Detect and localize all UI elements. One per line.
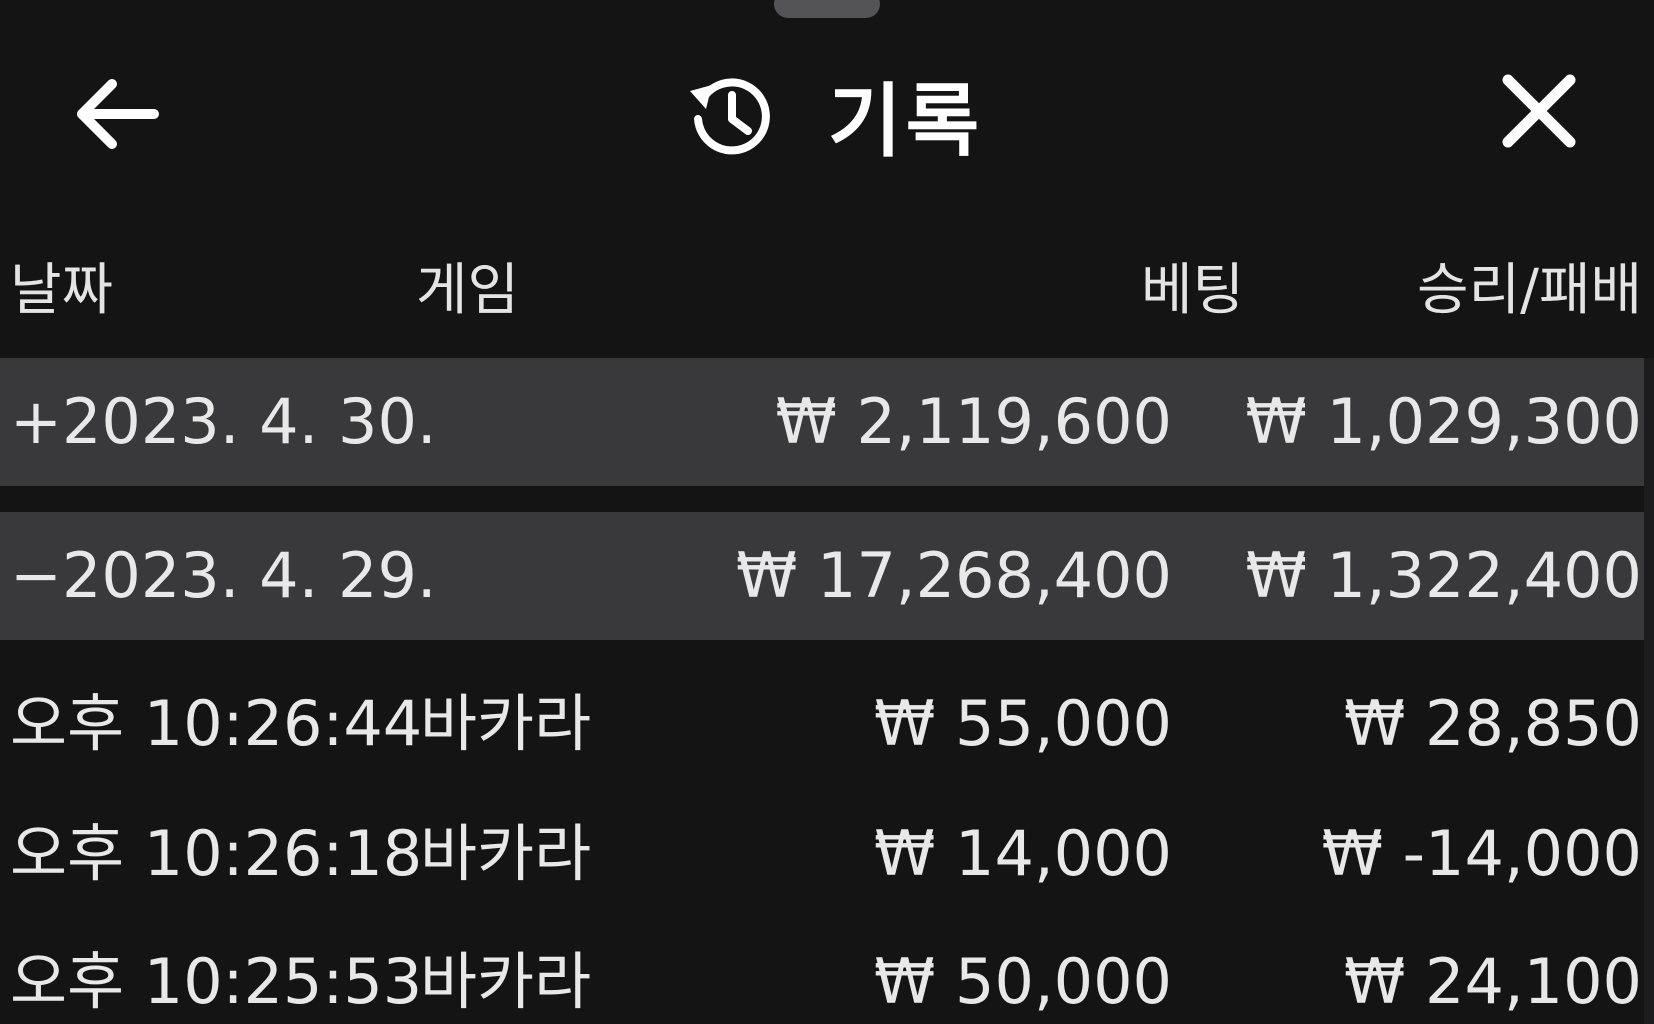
group-bet-total: ₩ 17,268,400 bbox=[736, 539, 1172, 612]
entry-result: ₩ 28,850 bbox=[1344, 687, 1642, 760]
entry-bet: ₩ 50,000 bbox=[874, 945, 1172, 1018]
entry-game: 바카라 bbox=[420, 945, 592, 1018]
close-icon bbox=[1502, 74, 1576, 148]
entry-time: 오후 10:25:53 bbox=[10, 945, 423, 1018]
entry-game: 바카라 bbox=[420, 817, 592, 890]
header: 기록 bbox=[0, 30, 1654, 180]
date-group-row[interactable]: +2023. 4. 30. ₩ 2,119,600 ₩ 1,029,300 bbox=[0, 358, 1644, 486]
page-title: 기록 bbox=[828, 75, 984, 168]
entry-result: ₩ 24,100 bbox=[1344, 945, 1642, 1018]
arrow-left-icon bbox=[77, 79, 159, 149]
group-result-total: ₩ 1,322,400 bbox=[1245, 539, 1642, 612]
title-group: 기록 bbox=[686, 60, 983, 170]
close-button[interactable] bbox=[1494, 66, 1584, 156]
entry-time: 오후 10:26:18 bbox=[10, 817, 423, 890]
entry-result: ₩ -14,000 bbox=[1321, 817, 1642, 890]
entry-time: 오후 10:26:44 bbox=[10, 687, 423, 760]
group-date: −2023. 4. 29. bbox=[10, 539, 437, 612]
column-header-game: 게임 bbox=[416, 258, 520, 323]
scrollbar-track[interactable] bbox=[1644, 358, 1654, 1024]
sheet-drag-handle[interactable] bbox=[774, 0, 880, 18]
bet-entry-row[interactable]: 오후 10:26:44 바카라 ₩ 55,000 ₩ 28,850 bbox=[0, 676, 1644, 796]
column-header-result: 승리/패배 bbox=[1417, 258, 1642, 323]
bet-entry-row[interactable]: 오후 10:25:53 바카라 ₩ 50,000 ₩ 24,100 bbox=[0, 934, 1644, 1024]
group-date: +2023. 4. 30. bbox=[10, 385, 437, 458]
entry-bet: ₩ 14,000 bbox=[874, 817, 1172, 890]
column-header-date: 날짜 bbox=[10, 258, 114, 323]
group-result-total: ₩ 1,029,300 bbox=[1245, 385, 1642, 458]
entry-bet: ₩ 55,000 bbox=[874, 687, 1172, 760]
entry-game: 바카라 bbox=[420, 687, 592, 760]
group-bet-total: ₩ 2,119,600 bbox=[775, 385, 1172, 458]
column-header-bet: 베팅 bbox=[1140, 258, 1244, 323]
date-group-row[interactable]: −2023. 4. 29. ₩ 17,268,400 ₩ 1,322,400 bbox=[0, 512, 1644, 640]
history-icon bbox=[690, 78, 770, 155]
back-button[interactable] bbox=[72, 74, 162, 154]
bet-entry-row[interactable]: 오후 10:26:18 바카라 ₩ 14,000 ₩ -14,000 bbox=[0, 806, 1644, 926]
